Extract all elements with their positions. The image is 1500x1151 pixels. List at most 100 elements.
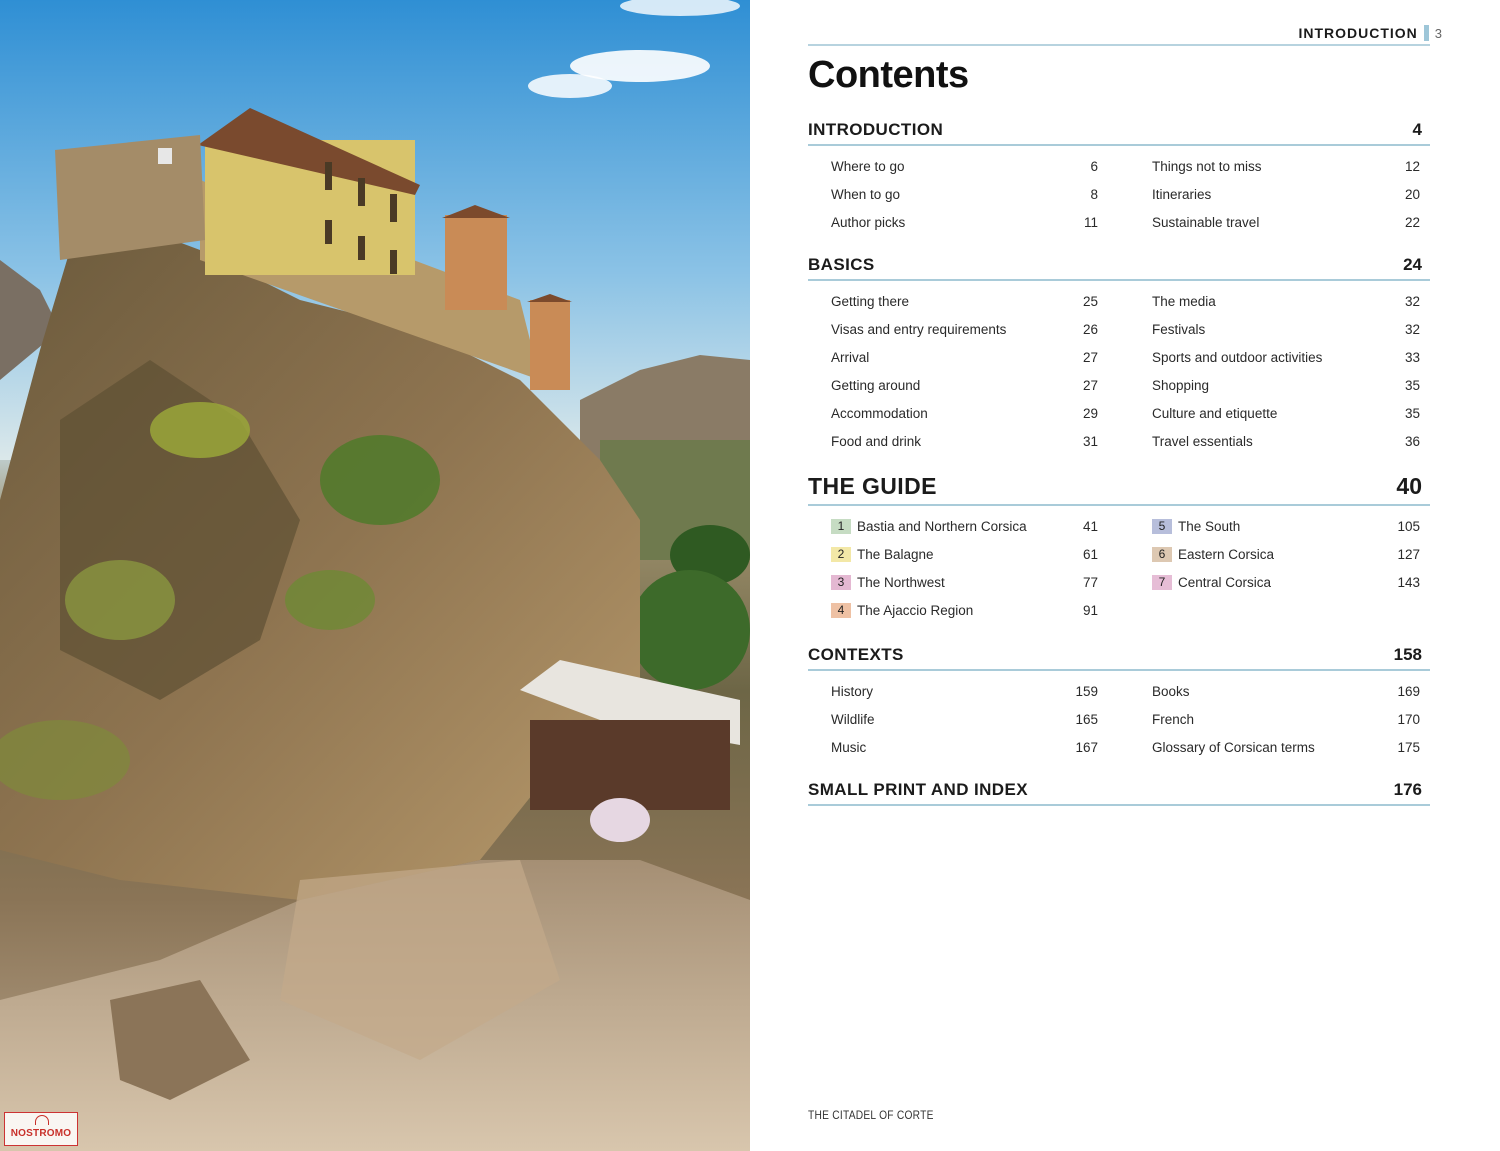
entry-title: Central Corsica — [1178, 574, 1272, 590]
section-heading: INTRODUCTION 4 — [808, 112, 1430, 140]
entry-page: 32 — [1404, 321, 1420, 337]
toc-entry[interactable]: Glossary of Corsican terms 175 — [1152, 733, 1430, 761]
toc-entry[interactable]: Shopping 35 — [1152, 371, 1430, 399]
section-basics: BASICS 24 Getting there 25 Visas and entr… — [808, 247, 1430, 455]
entry-title: The media — [1152, 293, 1216, 309]
toc-entry[interactable]: When to go 8 — [831, 180, 1130, 208]
chapter-number-chip: 6 — [1152, 546, 1172, 562]
entry-title: Shopping — [1152, 377, 1210, 393]
entry-page: 41 — [1082, 518, 1098, 534]
entry-title: Books — [1152, 683, 1190, 699]
entry-page: 165 — [1075, 711, 1098, 727]
watermark-text: NOSTROMO — [10, 1128, 72, 1139]
chapter-number-chip: 3 — [831, 574, 851, 590]
chapter-entry[interactable]: 1 Bastia and Northern Corsica 41 — [831, 512, 1130, 540]
toc-entry[interactable]: Music 167 — [831, 733, 1130, 761]
entry-page: 143 — [1397, 574, 1420, 590]
toc-entry[interactable]: Visas and entry requirements 26 — [831, 315, 1130, 343]
entry-title: The Northwest — [857, 574, 945, 590]
section-page: 158 — [1393, 645, 1422, 664]
toc-entry[interactable]: Arrival 27 — [831, 343, 1130, 371]
entry-page: 105 — [1397, 518, 1420, 534]
nostromo-watermark-logo: NOSTROMO — [4, 1112, 78, 1146]
toc-entry[interactable]: Culture and etiquette 35 — [1152, 399, 1430, 427]
section-small-print-and-index[interactable]: SMALL PRINT AND INDEX 176 — [808, 772, 1430, 806]
chapter-entry[interactable]: 3 The Northwest 77 — [831, 568, 1130, 596]
section-the-guide: THE GUIDE 40 1 Bastia and Northern Corsic… — [808, 466, 1430, 624]
toc-entry[interactable]: Books 169 — [1152, 677, 1430, 705]
header-rule — [808, 44, 1430, 46]
toc-entry[interactable]: Where to go 6 — [831, 152, 1130, 180]
entry-page: 77 — [1082, 574, 1098, 590]
entry-title: Travel essentials — [1152, 433, 1253, 449]
entry-title: Things not to miss — [1152, 158, 1262, 174]
entry-page: 159 — [1075, 683, 1098, 699]
section-heading: THE GUIDE 40 — [808, 466, 1430, 500]
entry-title: Getting there — [831, 293, 910, 309]
section-name: THE GUIDE — [808, 473, 937, 499]
section-heading: CONTEXTS 158 — [808, 637, 1430, 665]
page-number: 3 — [1434, 25, 1442, 41]
chapter-entry[interactable]: 2 The Balagne 61 — [831, 540, 1130, 568]
entry-page: 170 — [1397, 711, 1420, 727]
entry-title: Getting around — [831, 377, 921, 393]
toc-entry[interactable]: The media 32 — [1152, 287, 1430, 315]
entry-title: Food and drink — [831, 433, 922, 449]
watermark-seal-icon — [35, 1115, 49, 1125]
chapter-number-chip: 2 — [831, 546, 851, 562]
entry-title: Accommodation — [831, 405, 928, 421]
entry-title: Wildlife — [831, 711, 875, 727]
section-introduction: INTRODUCTION 4 Where to go 6 When to go 8 … — [808, 112, 1430, 236]
toc-entry[interactable]: Wildlife 165 — [831, 705, 1130, 733]
toc-entry[interactable]: History 159 — [831, 677, 1130, 705]
entry-page: 12 — [1404, 158, 1420, 174]
entry-page: 8 — [1090, 186, 1098, 202]
entry-title: Festivals — [1152, 321, 1206, 337]
section-page: 24 — [1403, 255, 1422, 274]
entry-title: Arrival — [831, 349, 870, 365]
citadel-illustration — [0, 0, 750, 1151]
section-name: BASICS — [808, 255, 875, 274]
entry-title: Itineraries — [1152, 186, 1212, 202]
entry-page: 127 — [1397, 546, 1420, 562]
chapter-number-chip: 7 — [1152, 574, 1172, 590]
chapter-entry[interactable]: 5 The South 105 — [1152, 512, 1430, 540]
toc-entry[interactable]: Author picks 11 — [831, 208, 1130, 236]
entry-page: 25 — [1082, 293, 1098, 309]
entry-title: Glossary of Corsican terms — [1152, 739, 1315, 755]
entry-title: Where to go — [831, 158, 905, 174]
chapter-entry[interactable]: 4 The Ajaccio Region 91 — [831, 596, 1130, 624]
toc-entry[interactable]: Sports and outdoor activities 33 — [1152, 343, 1430, 371]
entry-page: 26 — [1082, 321, 1098, 337]
entry-title: Author picks — [831, 214, 906, 230]
toc-entry[interactable]: Getting around 27 — [831, 371, 1130, 399]
entry-title: The South — [1178, 518, 1241, 534]
section-name: SMALL PRINT AND INDEX — [808, 780, 1028, 799]
section-page: 176 — [1393, 780, 1422, 799]
entry-title: Sports and outdoor activities — [1152, 349, 1323, 365]
toc-entry[interactable]: Festivals 32 — [1152, 315, 1430, 343]
toc-entry[interactable]: Food and drink 31 — [831, 427, 1130, 455]
toc-entry[interactable]: Accommodation 29 — [831, 399, 1130, 427]
toc-entry[interactable]: Things not to miss 12 — [1152, 152, 1430, 180]
entry-title: History — [831, 683, 874, 699]
entry-title: Bastia and Northern Corsica — [857, 518, 1027, 534]
toc-entry[interactable]: French 170 — [1152, 705, 1430, 733]
cover-photo-citadel: NOSTROMO — [0, 0, 750, 1151]
section-page: 4 — [1412, 120, 1422, 139]
page-title: Contents — [808, 54, 969, 96]
entry-page: 20 — [1404, 186, 1420, 202]
entry-page: 27 — [1082, 349, 1098, 365]
entry-title: Music — [831, 739, 867, 755]
section-contexts: CONTEXTS 158 History 159 Wildlife 165 Musi… — [808, 637, 1430, 761]
toc-entry[interactable]: Sustainable travel 22 — [1152, 208, 1430, 236]
toc-entry[interactable]: Itineraries 20 — [1152, 180, 1430, 208]
chapter-entry[interactable]: 6 Eastern Corsica 127 — [1152, 540, 1430, 568]
entry-page: 167 — [1075, 739, 1098, 755]
toc-entry[interactable]: Travel essentials 36 — [1152, 427, 1430, 455]
entry-page: 27 — [1082, 377, 1098, 393]
chapter-entry[interactable]: 7 Central Corsica 143 — [1152, 568, 1430, 596]
entry-page: 91 — [1082, 602, 1098, 618]
section-rule — [808, 669, 1430, 671]
toc-entry[interactable]: Getting there 25 — [831, 287, 1130, 315]
